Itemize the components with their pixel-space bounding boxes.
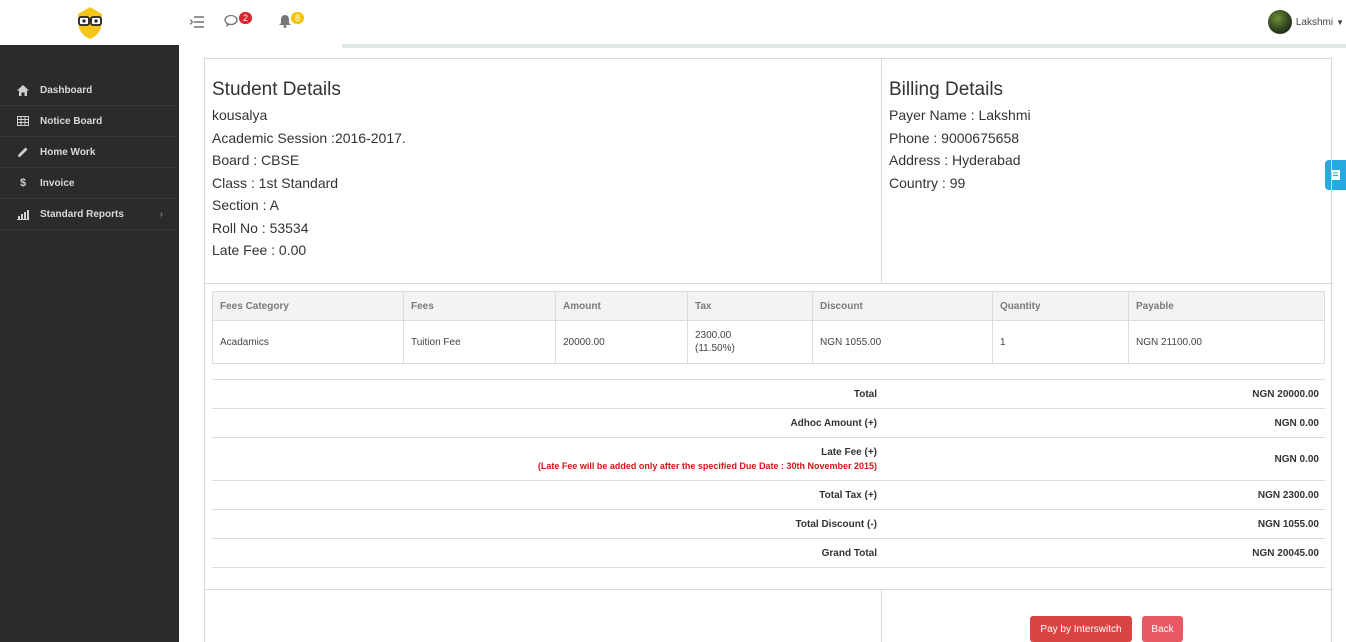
total-tax-label: Total Tax (+) xyxy=(212,480,1105,510)
avatar xyxy=(1267,10,1292,34)
sidebar: Dashboard Notice Board Home Work $ Invoi… xyxy=(0,0,179,642)
student-details-heading: Student Details xyxy=(212,79,341,100)
grand-total-value: NGN 20045.00 xyxy=(1105,538,1325,568)
table-header-row: Fees Category Fees Amount Tax Discount Q… xyxy=(212,291,1325,321)
late-fee-label-cell: Late Fee (+) (Late Fee will be added onl… xyxy=(212,437,1105,481)
table-icon xyxy=(17,115,29,127)
fees-category-cell: Acadamics xyxy=(212,320,404,364)
column-header: Tax xyxy=(687,291,813,321)
actions-section: Pay by Interswitch Back xyxy=(205,589,1333,642)
pay-by-interswitch-button[interactable]: Pay by Interswitch xyxy=(1030,616,1132,642)
total-discount-row: Total Discount (-) NGN 1055.00 xyxy=(212,509,1325,539)
total-value: NGN 20000.00 xyxy=(1105,379,1325,409)
board: Board : CBSE xyxy=(212,152,300,168)
sidebar-item-dashboard[interactable]: Dashboard xyxy=(0,75,179,106)
column-header: Payable xyxy=(1128,291,1325,321)
tab-strip xyxy=(342,44,1346,48)
user-name: Lakshmi xyxy=(1295,16,1334,28)
user-menu[interactable]: Lakshmi ▼ xyxy=(1267,10,1344,34)
sidebar-item-label: Dashboard xyxy=(40,84,93,96)
bar-chart-icon xyxy=(17,208,29,220)
phone: Phone : 9000675658 xyxy=(889,129,1020,146)
student-name: kousalya xyxy=(212,107,268,123)
tax-percent: (11.50%) xyxy=(695,343,735,354)
payer-name: Payer Name : Lakshmi xyxy=(889,107,1031,123)
academic-session: Academic Session :2016-2017. xyxy=(212,129,406,146)
sidebar-item-notice-board[interactable]: Notice Board xyxy=(0,106,179,137)
late-fee-note: (Late Fee will be added only after the s… xyxy=(537,461,877,471)
country: Country : 99 xyxy=(889,174,966,191)
sidebar-item-home-work[interactable]: Home Work xyxy=(0,137,179,168)
invoice-panel: Student Details kousalya Academic Sessio… xyxy=(204,58,1333,642)
sidebar-item-standard-reports[interactable]: Standard Reports › xyxy=(0,199,179,230)
sidebar-item-invoice[interactable]: $ Invoice xyxy=(0,168,179,199)
caret-down-icon: ▼ xyxy=(1336,17,1344,27)
details-section: Student Details kousalya Academic Sessio… xyxy=(205,59,1333,284)
logo-icon[interactable] xyxy=(76,6,104,40)
sidebar-item-label: Invoice xyxy=(40,177,75,189)
messages-badge: 2 xyxy=(239,12,253,24)
home-icon xyxy=(17,84,29,96)
total-row: Total NGN 20000.00 xyxy=(212,379,1325,409)
adhoc-row: Adhoc Amount (+) NGN 0.00 xyxy=(212,408,1325,438)
menu-toggle-icon[interactable] xyxy=(189,15,204,29)
adhoc-label: Adhoc Amount (+) xyxy=(212,408,1105,438)
column-header: Quantity xyxy=(992,291,1129,321)
fees-cell: Tuition Fee xyxy=(403,320,556,364)
sidebar-item-label: Notice Board xyxy=(40,115,103,127)
total-tax-row: Total Tax (+) NGN 2300.00 xyxy=(212,480,1325,510)
address: Address : Hyderabad xyxy=(889,152,1021,168)
notifications-badge: 8 xyxy=(291,12,305,24)
quantity-cell: 1 xyxy=(992,320,1129,364)
discount-cell: NGN 1055.00 xyxy=(812,320,993,364)
late-fee-value: NGN 0.00 xyxy=(1105,437,1325,481)
grand-total-row: Grand Total NGN 20045.00 xyxy=(212,538,1325,568)
vertical-divider xyxy=(881,590,882,642)
sidebar-nav: Dashboard Notice Board Home Work $ Invoi… xyxy=(0,75,179,230)
dollar-icon: $ xyxy=(19,177,27,189)
vertical-divider xyxy=(881,59,882,284)
messages-icon[interactable] xyxy=(224,14,240,30)
total-tax-value: NGN 2300.00 xyxy=(1105,480,1325,510)
payable-cell: NGN 21100.00 xyxy=(1128,320,1325,364)
column-header: Discount xyxy=(812,291,993,321)
class: Class : 1st Standard xyxy=(212,174,339,191)
total-label: Total xyxy=(212,379,1105,409)
billing-details-heading: Billing Details xyxy=(889,79,1004,100)
tax-amount: 2300.00 xyxy=(695,330,732,341)
amount-cell: 20000.00 xyxy=(555,320,688,364)
sidebar-item-label: Home Work xyxy=(40,146,96,158)
logo-area xyxy=(0,0,179,45)
pencil-icon xyxy=(17,146,29,158)
grand-total-label: Grand Total xyxy=(212,538,1105,568)
table-row: Acadamics Tuition Fee 20000.00 2300.00 (… xyxy=(212,320,1325,364)
late-fee-label: Late Fee (+) xyxy=(821,447,877,458)
billing-details: Billing Details Payer Name : Lakshmi Pho… xyxy=(889,79,1031,194)
total-discount-value: NGN 1055.00 xyxy=(1105,509,1325,539)
top-bar: 2 8 Lakshmi ▼ xyxy=(179,0,1346,45)
roll-no: Roll No : 53534 xyxy=(212,219,309,236)
back-button[interactable]: Back xyxy=(1142,616,1183,642)
totals-table: Total NGN 20000.00 Adhoc Amount (+) NGN … xyxy=(212,379,1325,568)
fees-table: Fees Category Fees Amount Tax Discount Q… xyxy=(212,291,1325,364)
tax-cell: 2300.00 (11.50%) xyxy=(687,320,813,364)
late-fee: Late Fee : 0.00 xyxy=(212,242,307,258)
column-header: Fees xyxy=(403,291,556,321)
chevron-right-icon: › xyxy=(159,208,163,220)
total-discount-label: Total Discount (-) xyxy=(212,509,1105,539)
column-header: Fees Category xyxy=(212,291,404,321)
column-header: Amount xyxy=(555,291,688,321)
late-fee-row: Late Fee (+) (Late Fee will be added onl… xyxy=(212,437,1325,481)
adhoc-value: NGN 0.00 xyxy=(1105,408,1325,438)
section: Section : A xyxy=(212,197,279,213)
student-details: Student Details kousalya Academic Sessio… xyxy=(212,79,406,262)
sidebar-item-label: Standard Reports xyxy=(40,208,124,220)
